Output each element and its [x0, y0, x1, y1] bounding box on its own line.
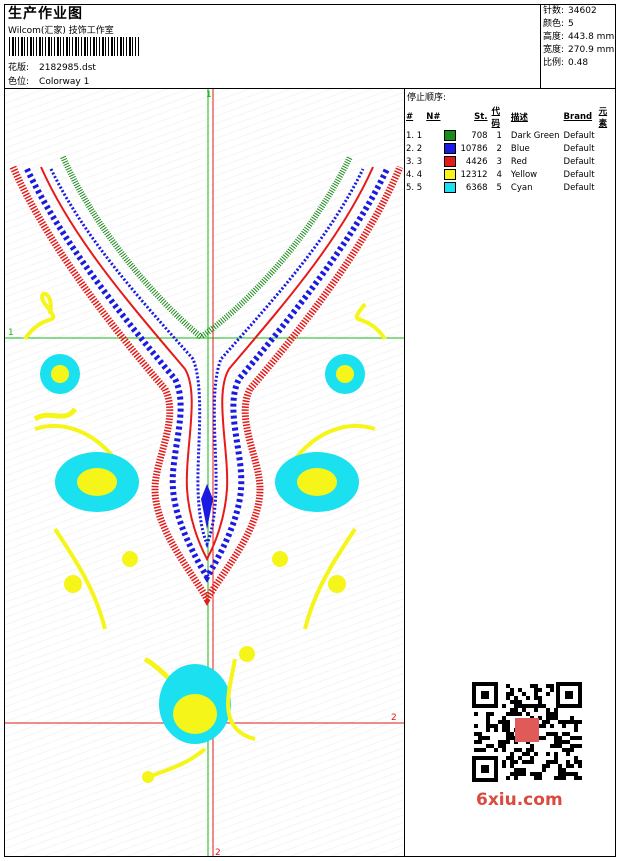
embroidery-preview: 1 1 2 2 [5, 89, 404, 858]
row-stitches: 12312 [460, 169, 488, 180]
design-row: 花版: 2182985.dst [8, 60, 96, 73]
flower-bottom [142, 646, 256, 783]
row-desc: Blue [510, 143, 530, 154]
table-row: 1. 1 708 1 Dark Green Default [404, 129, 616, 142]
barcode [9, 37, 139, 56]
row-element [597, 129, 616, 142]
color-swatch [444, 130, 457, 141]
guide-label-2-bottom: 2 [215, 848, 221, 856]
row-desc: Yellow [510, 169, 538, 180]
row-code: 5 [496, 182, 502, 193]
stat-width: 宽度: 270.9 mm [543, 45, 615, 55]
color-swatch [444, 169, 457, 180]
flower-left-top [23, 291, 80, 422]
row-needle [424, 181, 442, 194]
row-element [597, 181, 616, 194]
table-row: 4. 4 12312 4 Yellow Default [404, 168, 616, 181]
row-code: 4 [496, 169, 502, 180]
row-code: 2 [496, 143, 502, 154]
row-brand: Default [563, 156, 595, 167]
row-element [597, 168, 616, 181]
row-element [597, 142, 616, 155]
row-stitches: 708 [471, 130, 488, 141]
flower-right-middle [272, 423, 376, 630]
design-label: 花版: [8, 63, 30, 73]
row-brand: Default [563, 130, 595, 141]
col-index: # [406, 112, 414, 122]
table-row: 3. 3 4426 3 Red Default [404, 155, 616, 168]
row-index: 5. 5 [406, 182, 423, 193]
colorway-row: 色位: Colorway 1 [8, 74, 89, 87]
row-needle [424, 155, 442, 168]
row-desc: Dark Green [510, 130, 560, 141]
color-swatch [444, 182, 457, 193]
row-needle [424, 129, 442, 142]
row-code: 3 [496, 156, 502, 167]
table-header: # N# St. 代码 描述 Brand 元素 [404, 105, 616, 129]
page-title: 生产作业图 [8, 6, 83, 22]
stat-scale: 比例: 0.48 [543, 58, 589, 68]
center-motif [201, 484, 213, 529]
guide-label-1-left: 1 [8, 328, 14, 338]
stop-sequence-table: # N# St. 代码 描述 Brand 元素 1. 1 708 1 Dark Gre… [404, 105, 616, 194]
row-desc: Red [510, 156, 528, 167]
row-stitches: 4426 [465, 156, 488, 167]
stat-height: 高度: 443.8 mm [543, 32, 615, 42]
row-swatch [442, 155, 458, 168]
design-file: 2182985.dst [39, 63, 96, 73]
row-swatch [442, 181, 458, 194]
row-element [597, 155, 616, 168]
table-row: 5. 5 6368 5 Cyan Default [404, 181, 616, 194]
col-desc: 描述 [510, 113, 528, 123]
col-brand: Brand [563, 112, 593, 122]
design-canvas: 1 1 2 2 [5, 89, 404, 858]
row-index: 1. 1 [406, 130, 423, 141]
guide-label-2-right: 2 [391, 713, 397, 723]
stat-stitches: 针数: 34602 [543, 6, 597, 16]
row-swatch [442, 168, 458, 181]
color-swatch [444, 156, 457, 167]
row-needle [424, 168, 442, 181]
col-element: 元素 [598, 107, 608, 129]
stats-panel: 针数: 34602 颜色: 5 高度: 443.8 mm 宽度: 270.9 mm 比例… [540, 4, 616, 88]
col-stitches: St. [474, 112, 488, 122]
stop-sequence-title: 停止顺序: [407, 93, 447, 103]
color-swatch [444, 143, 457, 154]
col-code: 代码 [491, 107, 501, 129]
panel-divider [404, 88, 405, 857]
row-index: 2. 2 [406, 143, 423, 154]
row-brand: Default [563, 169, 595, 180]
colorway-value: Colorway 1 [39, 77, 90, 87]
qr-logo [515, 718, 539, 742]
row-swatch [442, 142, 458, 155]
flower-right-top [325, 302, 387, 394]
watermark: 6xiu.com [476, 790, 563, 810]
row-brand: Default [563, 143, 595, 154]
row-index: 4. 4 [406, 169, 423, 180]
qr-code [470, 680, 584, 784]
col-needle: N# [426, 112, 441, 122]
row-stitches: 10786 [460, 143, 488, 154]
row-code: 1 [496, 130, 502, 141]
row-brand: Default [563, 182, 595, 193]
neckline-green [60, 155, 353, 341]
software-label: Wilcom(汇家) 技饰工作室 [8, 26, 114, 36]
row-needle [424, 142, 442, 155]
row-index: 3. 3 [406, 156, 423, 167]
stat-colors: 颜色: 5 [543, 19, 574, 29]
col-swatch [442, 105, 458, 129]
row-desc: Cyan [510, 182, 533, 193]
flower-left-middle [34, 423, 139, 630]
row-stitches: 6368 [465, 182, 488, 193]
stop-sequence-panel: 停止顺序: # N# St. 代码 描述 Brand 元素 1. 1 708 1 Da… [404, 89, 616, 194]
guide-label-1-top: 1 [206, 90, 212, 100]
row-swatch [442, 129, 458, 142]
table-row: 2. 2 10786 2 Blue Default [404, 142, 616, 155]
colorway-label: 色位: [8, 77, 30, 87]
